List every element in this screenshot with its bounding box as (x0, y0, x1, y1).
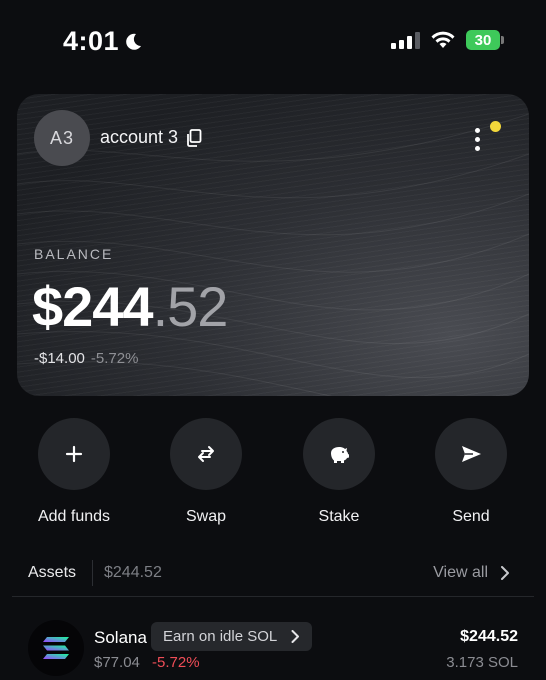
asset-name: Solana (94, 628, 147, 647)
swap-circle[interactable] (170, 418, 242, 490)
view-all-link[interactable]: View all (433, 564, 510, 582)
chevron-right-icon (501, 566, 509, 580)
notification-dot (490, 121, 501, 132)
add-funds-circle[interactable] (38, 418, 110, 490)
asset-change: -5.72% (152, 654, 200, 671)
assets-title: Assets (28, 564, 77, 581)
send-button[interactable]: Send (411, 418, 531, 526)
status-bar: 4:01 30 (0, 0, 546, 84)
solana-logo-icon (28, 620, 84, 676)
solana-bars-icon (43, 637, 69, 659)
add-funds-button[interactable]: Add funds (14, 418, 134, 526)
balance-change-amount: -$14.00 (34, 350, 85, 367)
add-funds-label: Add funds (37, 508, 111, 525)
stake-button[interactable]: Stake (279, 418, 399, 526)
assets-separator (12, 596, 534, 597)
balance-label: BALANCE (34, 246, 114, 262)
piggy-bank-icon (331, 447, 349, 463)
avatar-initials: A3 (49, 127, 75, 148)
copy-icon[interactable] (186, 128, 202, 147)
asset-value: $244.52 (460, 628, 518, 645)
chevron-right-icon (291, 630, 300, 643)
asset-amount: 3.173 SOL (446, 654, 518, 671)
send-circle[interactable] (435, 418, 507, 490)
balance-cents: .52 (152, 275, 229, 338)
account-card: A3 account 3 BALANCE $244.52 -$14.00 -5.… (17, 94, 529, 396)
balance-change: -$14.00 -5.72% (34, 350, 138, 367)
swap-label: Swap (185, 508, 227, 525)
send-icon (462, 446, 481, 462)
status-time: 4:01 (63, 26, 143, 57)
balance-value: $244.52 (32, 274, 229, 339)
account-avatar[interactable]: A3 (34, 110, 90, 166)
assets-header: Assets $244.52 View all (0, 556, 546, 592)
view-all-label: View all (433, 564, 488, 581)
wifi-icon (431, 31, 455, 48)
asset-row-solana[interactable]: Solana Earn on idle SOL $77.04 -5.72% $2… (0, 612, 546, 680)
more-options-icon[interactable] (469, 122, 489, 156)
assets-divider (92, 560, 93, 586)
stake-label: Stake (318, 508, 360, 525)
account-name: account 3 (100, 127, 179, 147)
time-text: 4:01 (63, 26, 120, 56)
send-label: Send (452, 508, 490, 525)
status-indicators: 30 (391, 30, 504, 50)
asset-price: $77.04 (94, 654, 140, 671)
battery-icon: 30 (466, 30, 504, 50)
stake-circle[interactable] (303, 418, 375, 490)
assets-total: $244.52 (104, 564, 162, 581)
quick-actions: Add funds Swap Stake Send (0, 418, 546, 528)
balance-whole: $244 (32, 275, 154, 338)
plus-icon (65, 445, 83, 463)
battery-level: 30 (474, 31, 492, 49)
moon-icon (126, 33, 142, 50)
earn-promo-button[interactable]: Earn on idle SOL (151, 622, 313, 651)
swap-button[interactable]: Swap (146, 418, 266, 526)
earn-promo-label: Earn on idle SOL (163, 628, 278, 645)
account-name-row[interactable]: account 3 (100, 127, 202, 148)
cellular-signal-icon (391, 31, 420, 49)
balance-change-percent: -5.72% (90, 350, 139, 367)
swap-arrows-icon (198, 446, 214, 462)
